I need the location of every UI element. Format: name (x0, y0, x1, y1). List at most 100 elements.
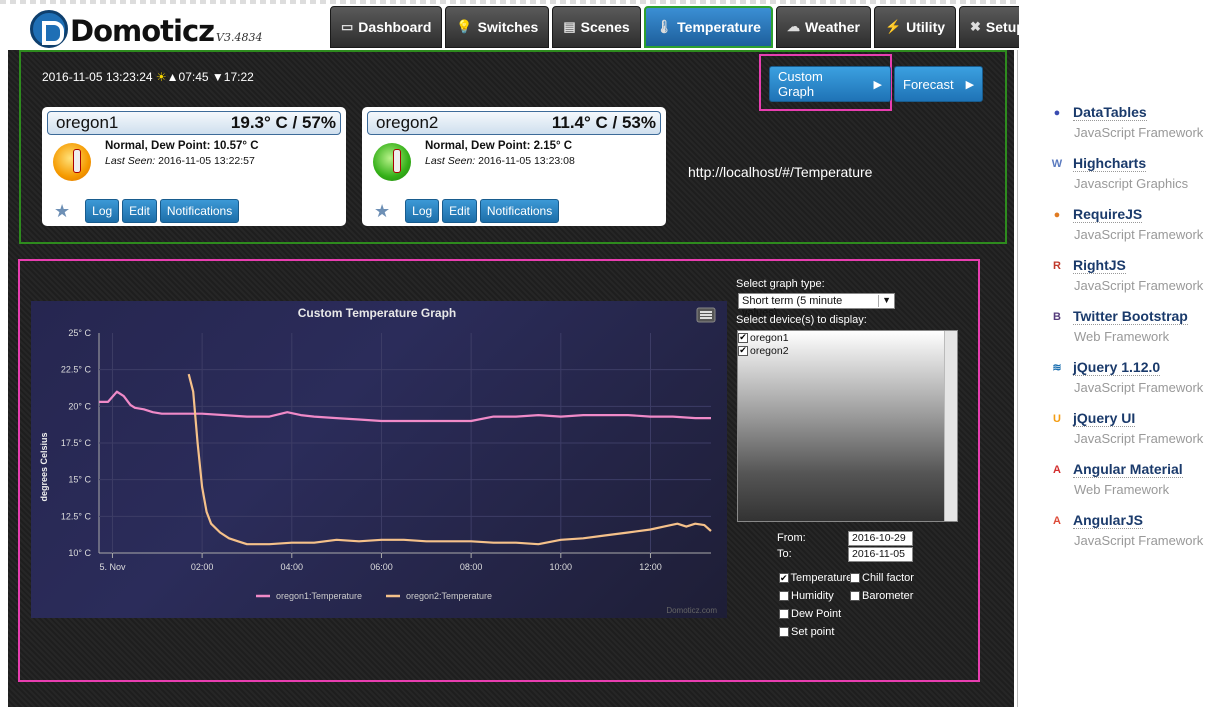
chart-legend[interactable]: oregon1:Temperature oregon2:Temperature (256, 591, 492, 601)
framework-link[interactable]: B Twitter Bootstrap (1049, 308, 1229, 325)
option-temperature[interactable]: ✔ Temperature (779, 572, 852, 584)
framework-link[interactable]: ● RequireJS (1049, 206, 1229, 223)
main-content: 2016-11-05 13:23:24 ☀▲07:45 ▼17:22 orego… (8, 50, 1014, 707)
y-tick-label: 25° C (68, 328, 91, 338)
nav-dashboard-button[interactable]: ▭ Dashboard (330, 6, 443, 48)
checkbox-checked-icon[interactable]: ✔ (738, 332, 748, 343)
framework-desc: JavaScript Framework (1074, 227, 1204, 242)
nav-temperature-button[interactable]: 🌡 Temperature (643, 6, 773, 48)
chevron-down-icon: ▼ (878, 295, 891, 307)
framework-link[interactable]: A Angular Material (1049, 461, 1229, 478)
device-option-label: oregon2 (750, 344, 789, 357)
favorite-star-icon[interactable]: ★ (54, 201, 70, 222)
from-label: From: (777, 532, 806, 544)
option-set-point[interactable]: Set point (779, 626, 850, 638)
graph-type-select[interactable]: Short term (5 minute values) ▼ (738, 293, 895, 319)
checkbox-icon[interactable] (779, 591, 789, 601)
log-button[interactable]: Log (85, 199, 120, 223)
chart-credit[interactable]: Domoticz.com (666, 606, 717, 615)
edit-button[interactable]: Edit (442, 199, 477, 223)
y-tick-label: 17.5° C (61, 438, 92, 448)
framework-link[interactable]: A AngularJS (1049, 512, 1229, 529)
nav-utility-button[interactable]: ⚡ Utility (873, 6, 957, 48)
checkbox-icon[interactable] (779, 609, 789, 619)
framework-name: Highcharts (1073, 155, 1147, 172)
series-line-oregon2 (187, 373, 712, 546)
framework-item: ● RequireJS JavaScript Framework (1049, 206, 1229, 242)
framework-desc: JavaScript Framework (1074, 278, 1204, 293)
thermometer-icon: 🌡 (655, 19, 673, 34)
from-date-input[interactable]: 2016-10-29 (848, 530, 913, 546)
checkbox-checked-icon[interactable]: ✔ (738, 345, 748, 356)
legend-label: oregon1:Temperature (276, 591, 362, 601)
device-last-seen: Last Seen: 2016-11-05 13:22:57 (105, 155, 255, 167)
option-barometer[interactable]: Barometer (850, 590, 921, 602)
scrollbar[interactable] (944, 331, 957, 521)
notifications-button[interactable]: Notifications (159, 199, 240, 223)
to-label: To: (777, 548, 792, 560)
logo[interactable]: Domoticz V3.4834 (30, 10, 262, 48)
play-arrow-icon: ▶ (873, 78, 882, 91)
framework-desc: Web Framework (1074, 329, 1170, 344)
nav-label: Temperature (677, 19, 761, 35)
chart-grid (98, 333, 711, 558)
angularjs-icon: A (1053, 514, 1061, 527)
thermometer-warm-icon (53, 143, 91, 181)
chart-menu-icon[interactable] (696, 307, 716, 323)
custom-temperature-chart: Custom Temperature Graph degrees Celsius… (31, 301, 727, 618)
checkbox-icon[interactable] (850, 573, 860, 583)
device-option[interactable]: ✔ oregon2 (738, 344, 957, 357)
notifications-button[interactable]: Notifications (479, 199, 560, 223)
option-humidity[interactable]: Humidity (779, 590, 850, 602)
framework-desc: JavaScript Framework (1074, 431, 1204, 446)
sunset: ▼17:22 (211, 70, 254, 84)
checkbox-icon[interactable] (850, 591, 860, 601)
framework-name: Angular Material (1073, 461, 1183, 478)
nav-weather-button[interactable]: ☁ Weather (775, 6, 871, 48)
custom-graph-panel: Custom Temperature Graph degrees Celsius… (18, 259, 980, 682)
checkbox-icon[interactable] (779, 627, 789, 637)
chart-title: Custom Temperature Graph (298, 306, 456, 320)
edit-button[interactable]: Edit (122, 199, 157, 223)
monitor-icon: ▭ (341, 19, 354, 34)
framework-link[interactable]: UjQuery UI (1049, 410, 1229, 427)
option-label: Barometer (862, 590, 914, 602)
nav-scenes-button[interactable]: ▤ Scenes (552, 6, 641, 48)
device-value: 11.4° C / 53% (551, 113, 656, 132)
forecast-button[interactable]: Forecast ▶ (894, 66, 983, 102)
framework-item: A Angular Material Web Framework (1049, 461, 1229, 497)
x-tick-label: 06:00 (370, 562, 393, 572)
chart-series (99, 373, 712, 546)
device-header: oregon1 19.3° C / 57% (47, 111, 341, 135)
device-option-label: oregon1 (750, 331, 789, 344)
framework-item: ● DataTables JavaScript Framework (1049, 104, 1229, 140)
nav-switches-button[interactable]: 💡 Switches (445, 6, 550, 48)
x-tick-label: 12:00 (639, 562, 662, 572)
nav-label: Utility (906, 19, 946, 35)
framework-link[interactable]: ● DataTables (1049, 104, 1229, 121)
option-dew-point[interactable]: Dew Point (779, 608, 850, 620)
device-listbox[interactable]: ✔ oregon1 ✔ oregon2 (737, 330, 958, 522)
nav-label: Scenes (580, 19, 630, 35)
y-tick-label: 12.5° C (61, 511, 92, 521)
framework-link[interactable]: W Highcharts (1049, 155, 1229, 172)
option-chill-factor[interactable]: Chill factor (850, 572, 921, 584)
framework-link[interactable]: ≋ jQuery 1.12.0 (1049, 359, 1229, 376)
device-name: oregon2 (376, 113, 439, 132)
checkbox-checked-icon[interactable]: ✔ (779, 573, 789, 583)
last-seen-value: 2016-11-05 13:23:08 (475, 155, 575, 167)
x-tick-label: 04:00 (281, 562, 304, 572)
to-date-input[interactable]: 2016-11-05 (848, 546, 913, 562)
option-label: Dew Point (791, 608, 842, 620)
device-option[interactable]: ✔ oregon1 (738, 331, 957, 344)
datatables-icon: ● (1053, 106, 1061, 119)
framework-desc: Javascript Graphics (1074, 176, 1189, 191)
framework-item: R RightJS JavaScript Framework (1049, 257, 1229, 293)
domoticz-logo-icon (30, 10, 68, 48)
forecast-label: Forecast (903, 76, 954, 92)
framework-link[interactable]: R RightJS (1049, 257, 1229, 274)
main-nav: ▭ Dashboard 💡 Switches ▤ Scenes 🌡 Temperature ☁ W… (330, 6, 1054, 48)
custom-graph-button[interactable]: Custom Graph ▶ (769, 66, 891, 102)
log-button[interactable]: Log (405, 199, 440, 223)
favorite-star-icon[interactable]: ★ (374, 201, 390, 222)
